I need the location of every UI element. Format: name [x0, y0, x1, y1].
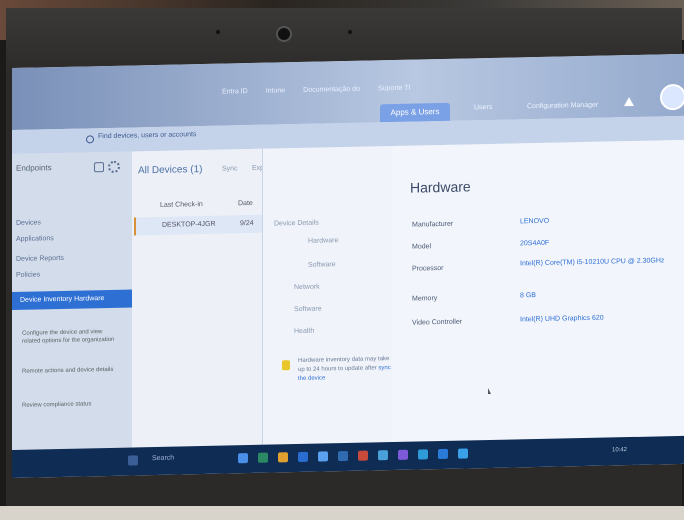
app-icon[interactable] — [358, 450, 368, 461]
sidebar-item-devices[interactable]: Devices — [16, 219, 41, 227]
mouse-cursor-icon — [488, 387, 491, 395]
hw-label-memory: Memory — [412, 295, 438, 303]
browser-icon[interactable] — [298, 451, 308, 463]
hardware-title: Hardware — [410, 178, 471, 196]
app-icon[interactable] — [238, 453, 248, 464]
avatar[interactable] — [660, 83, 684, 111]
tree-item-hardware[interactable]: Hardware — [308, 237, 338, 245]
bookmark-item[interactable]: Documentação do — [303, 85, 360, 93]
details-tree — [262, 146, 393, 445]
info-message-text: Hardware inventory data may take up to 2… — [298, 356, 390, 374]
devices-title: All Devices (1) — [138, 164, 203, 177]
sync-button[interactable]: Sync — [222, 165, 238, 172]
tab-users[interactable]: Users — [474, 104, 492, 111]
tab-apps-users[interactable]: Apps & Users — [380, 102, 450, 123]
tree-item-details[interactable]: Device Details — [274, 220, 319, 228]
folder-icon[interactable] — [278, 452, 288, 463]
device-name: Last Check-in — [160, 201, 203, 209]
device-value: 9/24 — [240, 219, 254, 228]
sidebar-item-hardware-selected[interactable]: Device Inventory Hardware — [12, 289, 132, 310]
lock-icon[interactable] — [94, 162, 104, 173]
bookmark-item[interactable]: Entra ID — [222, 88, 248, 96]
tree-item-health[interactable]: Health — [294, 328, 314, 335]
sensor-dot — [216, 30, 220, 34]
hw-label-processor: Processor — [412, 264, 444, 273]
sidebar-item-reports[interactable]: Device Reports — [16, 255, 64, 263]
devices-panel — [132, 148, 262, 448]
tab-configuration[interactable]: Configuration Manager — [527, 102, 598, 110]
info-message: Hardware inventory data may take up to 2… — [298, 355, 394, 384]
mail-icon[interactable] — [338, 450, 348, 462]
warning-icon[interactable] — [624, 96, 634, 107]
sidebar-header: Endpoints — [16, 163, 52, 173]
tree-item-network[interactable]: Network — [294, 284, 320, 292]
app-icon[interactable] — [378, 450, 388, 461]
app-icon[interactable] — [438, 448, 448, 460]
hw-label-video: Video Controller — [412, 318, 463, 327]
device-name: DESKTOP-4JGR — [162, 220, 216, 229]
sidebar-item-policies[interactable]: Policies — [16, 271, 40, 279]
sidebar-note: Configure the device and view related op… — [22, 329, 115, 345]
taskbar-clock: 10:42 — [612, 447, 628, 454]
screen: Entra ID Intune Documentação do Suporte … — [12, 53, 684, 478]
laptop: Entra ID Intune Documentação do Suporte … — [6, 8, 684, 508]
app-icon[interactable] — [318, 451, 328, 462]
app-icon[interactable] — [258, 452, 268, 463]
desk-surface — [0, 506, 684, 520]
app-icon[interactable] — [418, 449, 428, 460]
tree-item-software-2[interactable]: Software — [294, 306, 322, 314]
hw-label-manufacturer: Manufacturer — [412, 220, 454, 229]
table-row[interactable]: DESKTOP-4JGR 9/24 — [134, 214, 262, 236]
sidebar-item-applications[interactable]: Applications — [16, 235, 54, 243]
table-row[interactable]: Last Check-in Date — [134, 195, 260, 216]
hw-label-model: Model — [412, 243, 432, 251]
webcam — [276, 26, 292, 42]
info-icon — [282, 360, 290, 371]
bookmark-item[interactable]: Suporte TI — [378, 84, 411, 92]
tree-item-software[interactable]: Software — [308, 261, 336, 269]
bookmark-item[interactable]: Intune — [266, 87, 285, 94]
app-icon[interactable] — [458, 448, 468, 459]
taskbar-search[interactable]: Search — [152, 455, 174, 462]
teams-icon[interactable] — [398, 449, 408, 460]
start-icon[interactable] — [128, 455, 138, 466]
device-value: Date — [238, 199, 253, 208]
sensor-dot — [348, 30, 352, 34]
